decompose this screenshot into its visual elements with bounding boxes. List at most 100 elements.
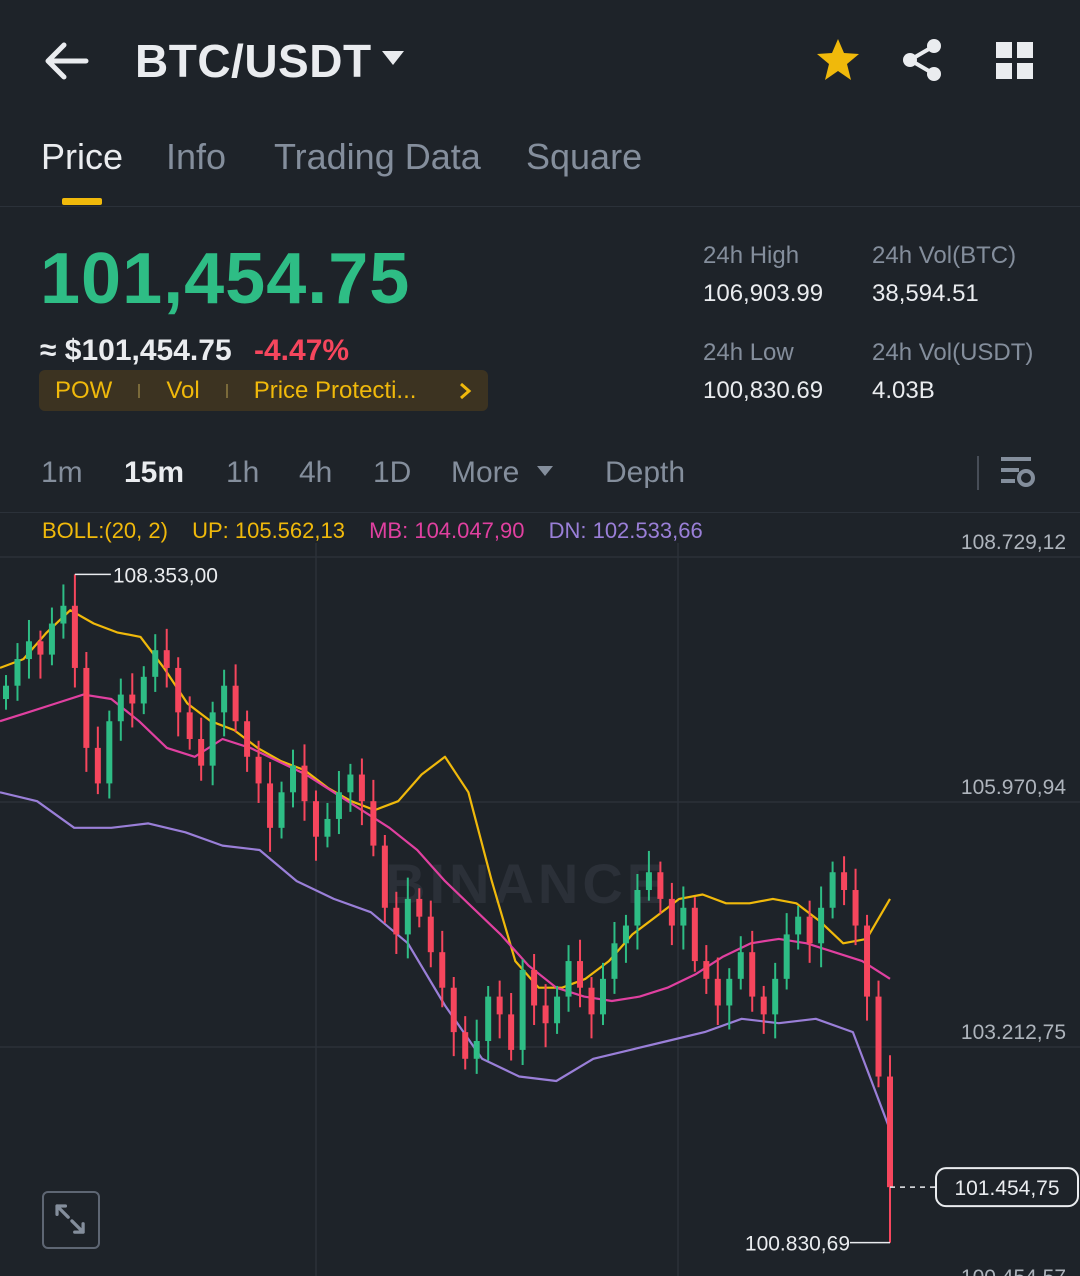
candle-body [152, 650, 159, 677]
candle-body [554, 996, 561, 1024]
candle-body [198, 739, 205, 766]
current-price-label: 101.454,75 [954, 1177, 1059, 1200]
candle-body [772, 978, 779, 1015]
candle-body [267, 783, 274, 828]
candle-body [462, 1032, 469, 1059]
tab-price[interactable]: Price [41, 136, 123, 178]
candle-body [358, 774, 365, 802]
price-axis: 108.729,12 105.970,94 103.212,75 100.454,57 [961, 531, 1066, 1276]
candle-body [852, 890, 859, 926]
divider [977, 456, 979, 490]
vol-btc-value: 38,594.51 [872, 280, 979, 307]
candle-body [783, 934, 790, 979]
candle-body [381, 845, 388, 908]
candle-body [622, 925, 629, 944]
candle-body [370, 801, 377, 846]
candle-body [427, 916, 434, 953]
candle-body [703, 961, 710, 979]
boll-params: BOLL:(20, 2) [42, 518, 168, 543]
high-marker-label: 108.353,00 [113, 564, 218, 587]
candle-body [611, 943, 618, 979]
candle-body [37, 641, 44, 655]
tag-price-protection[interactable]: Price Protecti... [254, 377, 417, 405]
price-change-percent: -4.47% [254, 334, 350, 367]
interval-1h[interactable]: 1h [226, 456, 259, 490]
candle-body [186, 712, 193, 740]
interval-15m[interactable]: 15m [124, 456, 184, 490]
candle-body [221, 685, 228, 713]
last-price: 101,454.75 [40, 239, 411, 319]
share-icon[interactable] [898, 36, 946, 84]
tag-bar[interactable]: POW Vol Price Protecti... [39, 370, 488, 411]
candle-body [691, 907, 698, 962]
tab-depth[interactable]: Depth [605, 456, 685, 490]
back-arrow-icon[interactable] [40, 36, 92, 86]
candle-body [645, 872, 652, 891]
active-tab-indicator [62, 198, 102, 205]
expand-chart-icon[interactable] [42, 1191, 100, 1249]
candle-body [290, 765, 297, 793]
high-label: 24h High [703, 242, 800, 269]
interval-4h[interactable]: 4h [299, 456, 332, 490]
candle-body [887, 1076, 893, 1188]
candle-body [140, 676, 147, 704]
vol-usdt-value: 4.03B [872, 377, 935, 404]
interval-1d[interactable]: 1D [373, 456, 411, 490]
candle-body [175, 667, 182, 713]
vol-btc-label: 24h Vol(BTC) [872, 242, 1017, 269]
candle-body [3, 685, 9, 700]
candle-body [496, 996, 503, 1015]
candle-body [209, 712, 216, 766]
caret-down-icon[interactable] [536, 465, 554, 477]
candle-body [14, 659, 21, 686]
pair-title[interactable]: BTC/USDT [135, 34, 372, 88]
candle-body [473, 1041, 480, 1059]
boll-up: UP: 105.562,13 [192, 518, 345, 543]
candle-body [117, 694, 124, 722]
grid-icon[interactable] [990, 36, 1040, 86]
candle-body [875, 996, 882, 1077]
candle-body [404, 898, 411, 935]
boll-indicator: BOLL:(20, 2) UP: 105.562,13 MB: 104.047,… [42, 518, 721, 544]
interval-1m[interactable]: 1m [41, 456, 83, 490]
interval-more[interactable]: More [451, 456, 519, 490]
tab-info[interactable]: Info [166, 136, 226, 178]
candle-body [71, 605, 78, 668]
candle-body [25, 641, 32, 660]
candle-body [806, 916, 813, 944]
chevron-right-icon[interactable] [458, 381, 472, 401]
tab-trading-data[interactable]: Trading Data [274, 136, 481, 178]
chart-settings-icon[interactable] [998, 454, 1036, 490]
candle-body [450, 987, 457, 1033]
low-value: 100,830.69 [703, 377, 824, 404]
star-icon[interactable] [814, 36, 862, 84]
boll-dn: DN: 102.533,66 [548, 518, 703, 543]
candle-body [255, 756, 262, 784]
low-marker-label: 100.830,69 [745, 1233, 850, 1256]
candle-body [244, 721, 251, 757]
candle-body [439, 952, 446, 988]
candle-body [94, 747, 101, 784]
candle-body [749, 952, 756, 997]
candle-body [83, 667, 90, 748]
candle-body [864, 925, 871, 997]
candle-body [668, 898, 675, 926]
divider [0, 206, 1080, 207]
tag-separator [225, 383, 228, 398]
candle-body [347, 774, 354, 793]
tag-vol[interactable]: Vol [166, 377, 199, 405]
candle-body [393, 907, 400, 935]
caret-down-icon[interactable] [380, 48, 406, 68]
tag-pow[interactable]: POW [55, 377, 112, 405]
candle-body [416, 898, 423, 917]
candle-body [577, 961, 584, 988]
candle-body [634, 890, 641, 926]
axis-tick-label: 103.212,75 [961, 1021, 1066, 1044]
tab-square[interactable]: Square [526, 136, 642, 178]
candle-body [232, 685, 239, 722]
candle-body [301, 765, 308, 802]
candle-body [508, 1014, 515, 1050]
candlestick-chart[interactable]: BINANCE 108.729,12105.970,94103.212,75 10… [0, 513, 1080, 1276]
high-value: 106,903.99 [703, 280, 824, 307]
axis-tick-label: 108.729,12 [961, 531, 1066, 554]
